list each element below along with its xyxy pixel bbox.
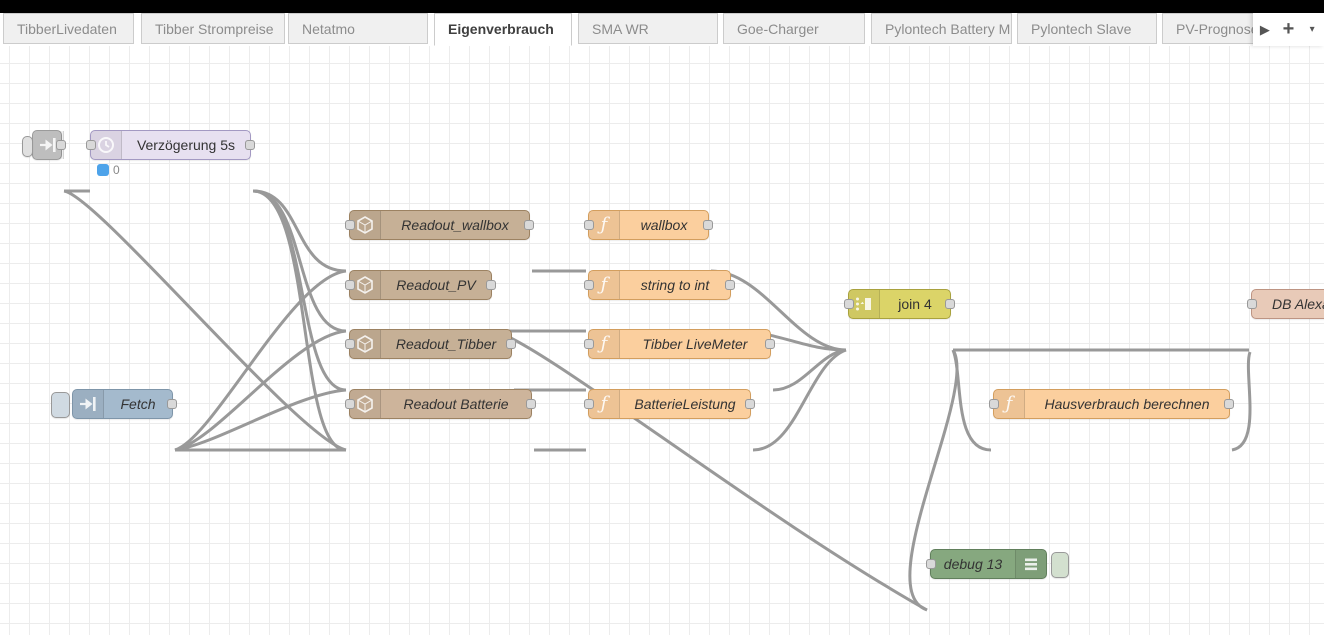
node-label-batterieleistung: BatterieLeistung	[620, 390, 750, 418]
node-fn_batterieleistung[interactable]: ƒBatterieLeistung	[588, 389, 751, 419]
node-fn_hausverbrauch[interactable]: ƒHausverbrauch berechnen	[993, 389, 1230, 419]
node-readout_wallbox[interactable]: Readout_wallbox	[349, 210, 530, 240]
input-port[interactable]	[345, 399, 355, 409]
status-dot	[97, 164, 109, 176]
node-db_alexa[interactable]: DB Alexa	[1251, 289, 1324, 319]
input-port[interactable]	[584, 339, 594, 349]
node-label-readout-batterie: Readout Batterie	[381, 390, 531, 418]
node-inject_mini[interactable]	[32, 130, 62, 160]
node-readout_batterie[interactable]: Readout Batterie	[349, 389, 532, 419]
wire-fn_batterieleistung-to-join_4[interactable]	[753, 350, 846, 450]
output-port[interactable]	[725, 280, 735, 290]
tab-bar: TibberLivedaten Tibber Strompreise Netatmo…	[0, 13, 1324, 46]
tab-tibberlivedaten[interactable]: TibberLivedaten	[3, 13, 134, 44]
output-port[interactable]	[765, 339, 775, 349]
tab-eigenverbrauch[interactable]: Eigenverbrauch	[434, 13, 572, 46]
node-readout_pv[interactable]: Readout_PV	[349, 270, 492, 300]
wire-delay_verzoegerung-to-readout_batterie[interactable]	[253, 191, 346, 450]
node-label-db-alexa: DB Alexa	[1252, 290, 1324, 318]
output-port[interactable]	[1224, 399, 1234, 409]
node-fn_tibber_livemeter[interactable]: ƒTibber LiveMeter	[588, 329, 771, 359]
tab-label: Netatmo	[302, 21, 355, 37]
node-fn_wallbox[interactable]: ƒwallbox	[588, 210, 709, 240]
tab-goe-charger[interactable]: Goe-Charger	[723, 13, 865, 44]
input-port[interactable]	[844, 299, 854, 309]
tab-pylontech-slave[interactable]: Pylontech Slave	[1017, 13, 1157, 44]
node-delay_verzoegerung[interactable]: Verzögerung 5s	[90, 130, 251, 160]
debug-toggle-button[interactable]	[1051, 552, 1069, 578]
tab-sma-wr[interactable]: SMA WR	[578, 13, 718, 44]
output-port[interactable]	[945, 299, 955, 309]
window-top-strip	[0, 0, 1324, 13]
output-port[interactable]	[486, 280, 496, 290]
input-port[interactable]	[86, 140, 96, 150]
tab-controls: ▶+▾	[1253, 13, 1324, 46]
node-label-verz-gerung-5s: Verzögerung 5s	[122, 131, 250, 159]
node-label-tibber-livemeter: Tibber LiveMeter	[620, 330, 770, 358]
input-port[interactable]	[345, 339, 355, 349]
output-port[interactable]	[245, 140, 255, 150]
tab-tibber-strompreise[interactable]: Tibber Strompreise	[141, 13, 285, 44]
tab-menu-caret-icon[interactable]: ▾	[1300, 24, 1324, 35]
inject-trigger-button[interactable]	[22, 136, 33, 157]
tab-label: TibberLivedaten	[17, 21, 117, 37]
tab-label: Pylontech Slave	[1031, 21, 1131, 37]
wire-readout_pv-to-debug_13[interactable]	[494, 331, 927, 610]
input-port[interactable]	[345, 220, 355, 230]
input-port[interactable]	[584, 280, 594, 290]
wire-fn_hausverbrauch-to-db_alexa[interactable]	[1232, 352, 1250, 450]
node-label-readout-pv: Readout_PV	[381, 271, 491, 299]
node-fn_string_to_int[interactable]: ƒstring to int	[588, 270, 731, 300]
input-port[interactable]	[989, 399, 999, 409]
node-status-delay_verzoegerung: 0	[97, 163, 120, 177]
node-label-readout-wallbox: Readout_wallbox	[381, 211, 529, 239]
output-port[interactable]	[524, 220, 534, 230]
node-label-hausverbrauch-berechnen: Hausverbrauch berechnen	[1025, 390, 1229, 418]
output-port[interactable]	[506, 339, 516, 349]
status-text: 0	[113, 163, 120, 177]
tab-label: SMA WR	[592, 21, 649, 37]
input-port[interactable]	[1247, 299, 1257, 309]
output-port[interactable]	[703, 220, 713, 230]
debug-icon	[1015, 550, 1046, 578]
node-label-fetch: Fetch	[104, 390, 172, 418]
add-tab-icon[interactable]: +	[1277, 18, 1301, 41]
node-debug_13[interactable]: debug 13	[930, 549, 1047, 579]
node-label-wallbox: wallbox	[620, 211, 708, 239]
tab-label: Pylontech Battery M	[885, 21, 1010, 37]
scroll-right-icon[interactable]: ▶	[1253, 22, 1277, 38]
tab-netatmo[interactable]: Netatmo	[288, 13, 428, 44]
tab-pylontech-battery-m[interactable]: Pylontech Battery M	[871, 13, 1012, 44]
tab-label: PV-Prognose	[1176, 21, 1259, 37]
node-label-debug-13: debug 13	[931, 550, 1015, 578]
output-port[interactable]	[745, 399, 755, 409]
inject-icon	[73, 390, 104, 418]
output-port[interactable]	[56, 140, 66, 150]
node-inject_fetch[interactable]: Fetch	[72, 389, 173, 419]
tab-label: Tibber Strompreise	[155, 21, 274, 37]
wire-inject_fetch-to-readout_wallbox[interactable]	[175, 271, 346, 450]
node-label-readout-tibber: Readout_Tibber	[381, 330, 511, 358]
wire-inject_fetch-to-readout_tibber[interactable]	[175, 390, 346, 450]
node-label-string-to-int: string to int	[620, 271, 730, 299]
input-port[interactable]	[926, 559, 936, 569]
output-port[interactable]	[167, 399, 177, 409]
input-port[interactable]	[584, 399, 594, 409]
node-label-join-4: join 4	[880, 290, 950, 318]
node-join_4[interactable]: join 4	[848, 289, 951, 319]
output-port[interactable]	[526, 399, 536, 409]
wire-join_4-to-fn_hausverbrauch[interactable]	[953, 350, 991, 450]
tab-label: Eigenverbrauch	[448, 21, 554, 37]
wire-delay_verzoegerung-to-readout_pv[interactable]	[253, 191, 346, 331]
input-port[interactable]	[584, 220, 594, 230]
inject-trigger-button[interactable]	[51, 392, 70, 418]
tab-label: Goe-Charger	[737, 21, 819, 37]
node-readout_tibber[interactable]: Readout_Tibber	[349, 329, 512, 359]
flow-canvas[interactable]: Verzögerung 5s Readout_wallbox Readout_PV R…	[0, 46, 1324, 635]
input-port[interactable]	[345, 280, 355, 290]
